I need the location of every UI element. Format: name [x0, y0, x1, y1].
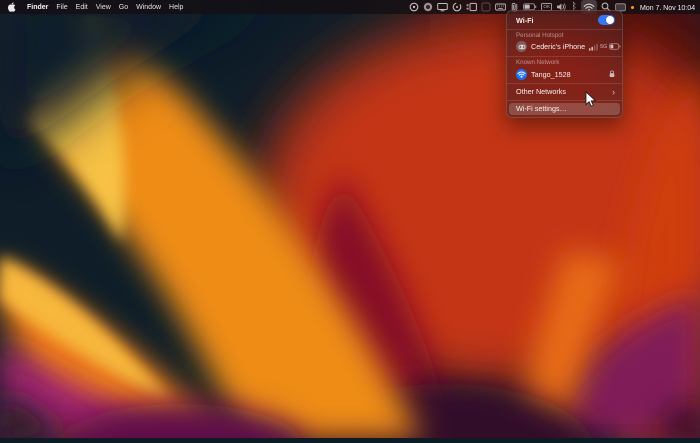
- menu-bar-item[interactable]: File: [52, 4, 71, 11]
- menu-app-name[interactable]: Finder: [23, 4, 52, 11]
- hotspot-battery-icon: [609, 43, 621, 50]
- menu-bar-clock[interactable]: Mon 7. Nov 10:04: [638, 3, 695, 12]
- separator: [507, 28, 622, 30]
- separator: [507, 83, 622, 84]
- mic-indicator-dot: [630, 5, 634, 9]
- other-networks-row[interactable]: Other Networks ›: [507, 86, 622, 97]
- stage-manager-icon[interactable]: [466, 0, 477, 14]
- menu-bar-item[interactable]: Window: [132, 4, 165, 11]
- camera-dot-icon[interactable]: [409, 0, 419, 14]
- wifi-toggle-switch[interactable]: [598, 15, 615, 25]
- display-icon[interactable]: [437, 0, 448, 14]
- menu-bar-item[interactable]: View: [92, 4, 115, 11]
- lock-icon: [609, 70, 615, 78]
- wifi-network-icon: [516, 68, 527, 80]
- chevron-right-icon: ›: [612, 86, 615, 97]
- hotspot-status-icons: 5G: [589, 43, 621, 51]
- toggle-knob: [606, 16, 615, 24]
- wifi-settings-row[interactable]: Wi-Fi settings…: [509, 103, 620, 115]
- known-network-name: Tango_1528: [531, 69, 571, 79]
- dim-square-icon[interactable]: [481, 0, 491, 14]
- separator: [507, 55, 622, 57]
- wifi-toggle-row: Wi-Fi: [507, 14, 622, 26]
- apple-logo-icon[interactable]: [8, 2, 16, 12]
- known-network-header: Known Network: [516, 59, 560, 67]
- known-network-row[interactable]: Tango_1528: [507, 68, 622, 81]
- wifi-menu-title: Wi-Fi: [516, 15, 534, 25]
- network-type-label: 5G: [600, 43, 608, 50]
- menu-bar-item[interactable]: Help: [165, 4, 187, 11]
- cellular-signal-icon: [589, 43, 598, 51]
- app-ring-icon[interactable]: [423, 0, 433, 14]
- separator: [507, 99, 622, 101]
- other-networks-label: Other Networks: [516, 87, 566, 97]
- menu-bar-menus: File Edit View Go Window Help: [52, 4, 187, 11]
- hotspot-device-row[interactable]: Cederic's iPhone 5G: [507, 40, 622, 53]
- wifi-dropdown-menu: Wi-Fi Personal Hotspot Cederic's iPhone …: [506, 10, 623, 118]
- menu-bar-left: Finder File Edit View Go Window Help: [0, 2, 187, 12]
- wifi-settings-label: Wi-Fi settings…: [516, 104, 567, 114]
- keyboard-icon[interactable]: [494, 0, 506, 14]
- hotspot-device-name: Cederic's iPhone: [531, 42, 586, 52]
- sync-circle-icon[interactable]: [452, 0, 462, 14]
- personal-hotspot-header: Personal Hotspot: [516, 31, 564, 39]
- personal-hotspot-icon: [516, 41, 527, 53]
- menu-bar-item[interactable]: Edit: [72, 4, 92, 11]
- menu-bar-item[interactable]: Go: [115, 4, 132, 11]
